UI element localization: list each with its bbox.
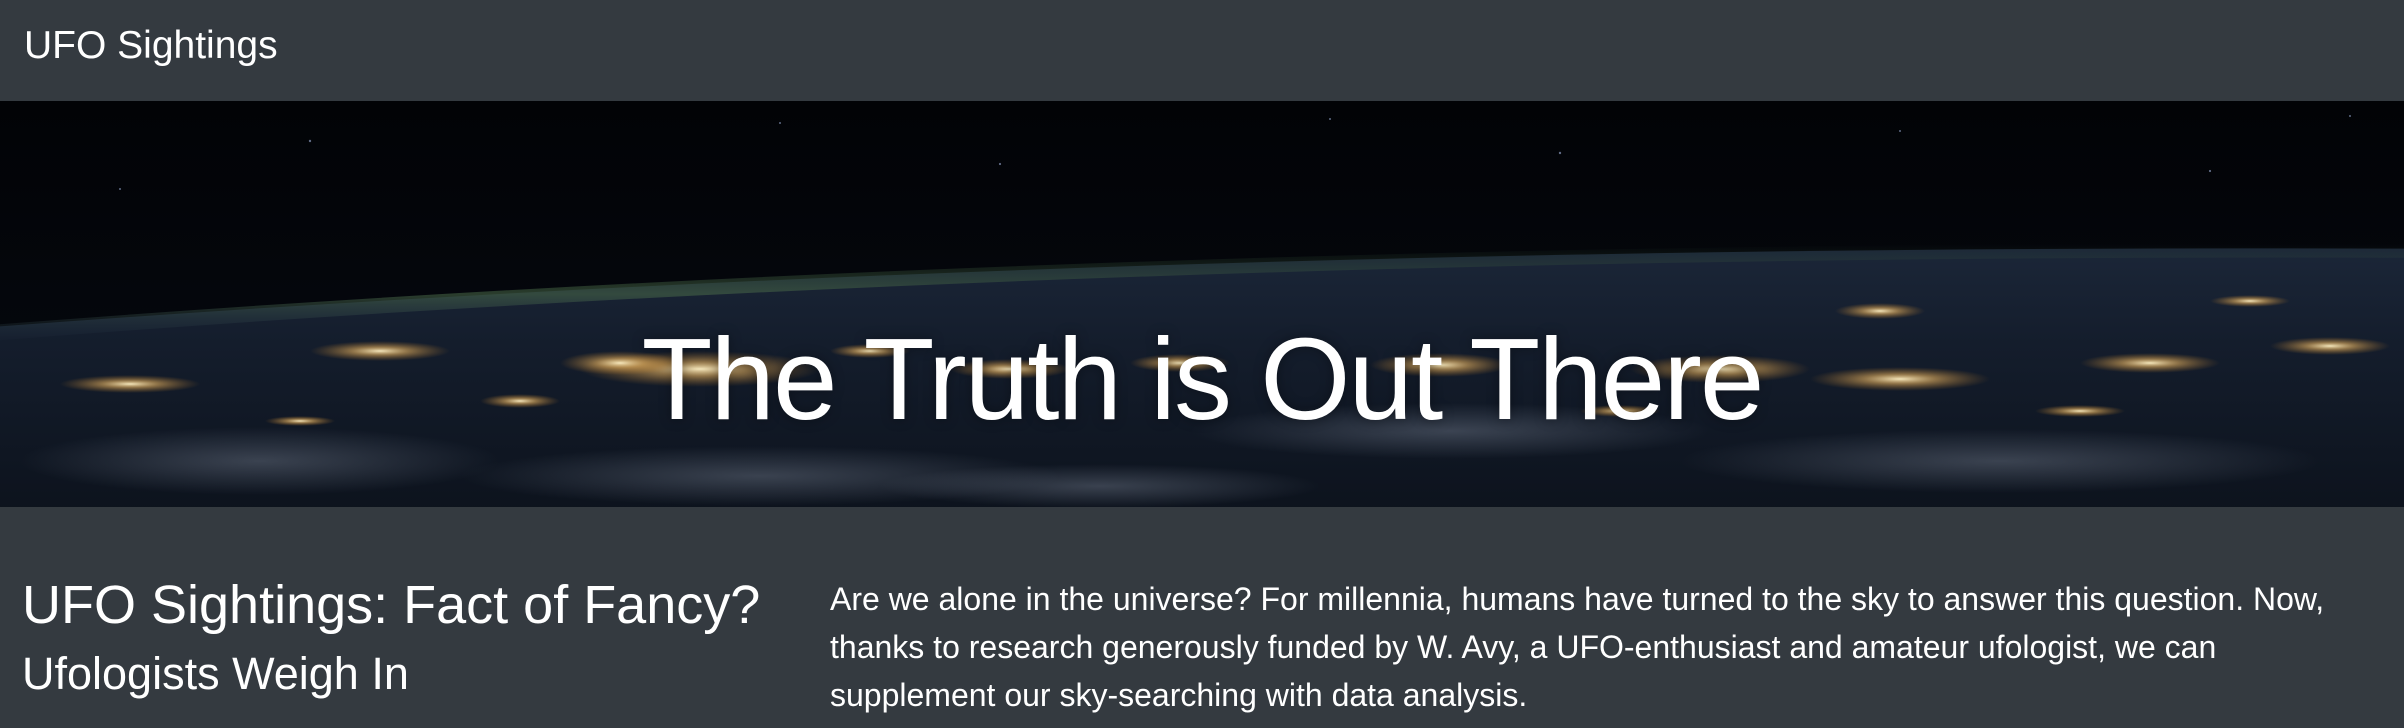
hero-banner: The Truth is Out There bbox=[0, 101, 2404, 507]
article-section: UFO Sightings: Fact of Fancy? Ufologists… bbox=[0, 507, 2404, 728]
article-subtitle: Ufologists Weigh In bbox=[22, 648, 409, 699]
article-intro-paragraph: Are we alone in the universe? For millen… bbox=[830, 581, 2325, 713]
hero-title: The Truth is Out There bbox=[641, 313, 1765, 444]
navbar-brand-link[interactable]: UFO Sightings bbox=[24, 20, 278, 72]
article-title: UFO Sightings: Fact of Fancy? bbox=[22, 575, 761, 635]
navbar: UFO Sightings bbox=[0, 0, 2404, 101]
earth-at-night-image bbox=[0, 101, 2404, 507]
